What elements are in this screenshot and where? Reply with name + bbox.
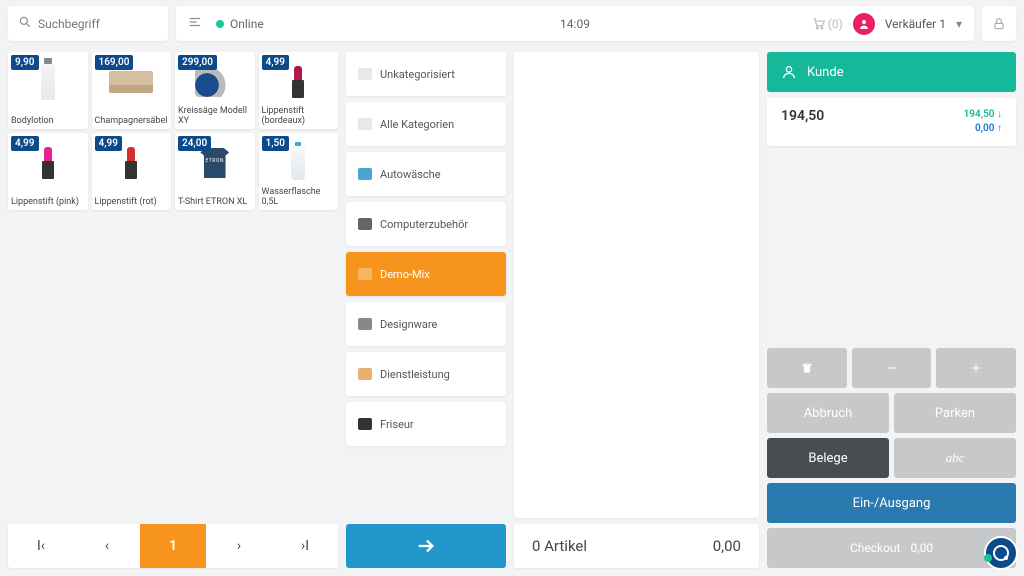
cart-total: 0,00 [713,537,741,555]
category-computerzubehoer[interactable]: Computerzubehör [346,202,506,246]
product-name: Kreissäge Modell XY [178,107,253,127]
category-icon [358,118,372,130]
price-badge: 4,99 [11,136,39,151]
pagination: I‹ ‹ 1 › ›I [8,524,338,568]
parken-button[interactable]: Parken [894,393,1016,433]
product-card[interactable]: 4,99 Lippenstift (rot) [92,133,172,210]
category-label: Unkategorisiert [380,68,455,81]
trash-icon [800,361,814,375]
product-card[interactable]: 4,99 Lippenstift (pink) [8,133,88,210]
customer-button[interactable]: Kunde [767,52,1016,92]
product-name: Lippenstift (rot) [95,198,170,208]
cart-count-label: 0 Artikel [532,537,587,555]
category-label: Demo-Mix [380,268,430,281]
product-card[interactable]: 299,00 Kreissäge Modell XY [175,52,255,129]
category-unkategorisiert[interactable]: Unkategorisiert [346,52,506,96]
category-alle[interactable]: Alle Kategorien [346,102,506,146]
category-autowaesche[interactable]: Autowäsche [346,152,506,196]
category-icon [358,418,372,430]
clock-time: 14:09 [560,17,590,31]
product-name: Champagnersäbel [95,117,170,127]
balance-total: 194,50 [781,108,824,136]
product-card[interactable]: 24,00 T-Shirt ETRON XL [175,133,255,210]
category-label: Alle Kategorien [380,118,454,131]
category-label: Friseur [380,418,414,431]
balance-credit: 194,50 ↓ [964,108,1002,122]
category-friseur[interactable]: Friseur [346,402,506,446]
balance-box: 194,50 194,50 ↓ 0,00 ↑ [767,98,1016,146]
checkout-amount: 0,00 [910,541,933,555]
product-card[interactable]: 1,50 Wasserflasche 0,5L [259,133,339,210]
category-icon [358,68,372,80]
minus-button[interactable] [852,348,932,388]
product-name: Lippenstift (bordeaux) [262,107,337,127]
price-badge: 299,00 [178,55,217,70]
plus-button[interactable] [936,348,1016,388]
page-current[interactable]: 1 [140,524,206,568]
category-label: Dienstleistung [380,368,450,381]
category-icon [358,368,372,380]
category-dienstleistung[interactable]: Dienstleistung [346,352,506,396]
category-demo-mix[interactable]: Demo-Mix [346,252,506,296]
belege-button[interactable]: Belege [767,438,889,478]
abbruch-button[interactable]: Abbruch [767,393,889,433]
category-icon [358,318,372,330]
cart-indicator[interactable]: (0) [812,17,843,31]
cart-count: (0) [828,17,843,31]
category-designware[interactable]: Designware [346,302,506,346]
online-status: Online [230,17,264,31]
product-name: Wasserflasche 0,5L [262,188,337,208]
price-badge: 9,90 [11,55,39,70]
category-icon [358,268,372,280]
ein-ausgang-button[interactable]: Ein-/Ausgang [767,483,1016,523]
online-dot-icon [216,20,224,28]
proceed-button[interactable] [346,524,506,568]
minus-icon [885,361,899,375]
category-icon [358,168,372,180]
product-name: T-Shirt ETRON XL [178,198,253,208]
chat-icon [993,545,1009,561]
cart-summary: 0 Artikel 0,00 [514,524,759,568]
search-icon [18,15,32,32]
product-name: Bodylotion [11,117,86,127]
price-badge: 4,99 [95,136,123,151]
price-badge: 169,00 [95,55,134,70]
chat-bubble-button[interactable] [984,536,1018,570]
lock-button[interactable] [982,6,1016,41]
menu-icon[interactable] [188,15,202,32]
status-bar: Online 14:09 (0) Verkäufer 1 ▾ [176,6,974,41]
category-label: Designware [380,318,437,331]
price-badge: 24,00 [178,136,211,151]
product-card[interactable]: 4,99 Lippenstift (bordeaux) [259,52,339,129]
category-icon [358,218,372,230]
price-badge: 1,50 [262,136,290,151]
page-first-button[interactable]: I‹ [8,524,74,568]
search-input[interactable] [38,17,194,31]
avatar[interactable] [853,13,875,35]
customer-label: Kunde [807,65,844,80]
checkout-label: Checkout [850,541,901,555]
person-icon [781,64,797,80]
price-badge: 4,99 [262,55,290,70]
arrow-right-icon [415,535,437,557]
balance-debit: 0,00 ↑ [964,122,1002,136]
product-name: Lippenstift (pink) [11,198,86,208]
delete-button[interactable] [767,348,847,388]
checkout-button[interactable]: Checkout 0,00 [767,528,1016,568]
cart-items-area [514,52,759,518]
page-next-button[interactable]: › [206,524,272,568]
chevron-down-icon[interactable]: ▾ [956,17,962,31]
product-card[interactable]: 169,00 Champagnersäbel [92,52,172,129]
category-label: Autowäsche [380,168,441,181]
search-box[interactable]: ✕ [8,6,168,41]
plus-icon [969,361,983,375]
page-last-button[interactable]: ›I [272,524,338,568]
user-name[interactable]: Verkäufer 1 [885,17,946,31]
page-prev-button[interactable]: ‹ [74,524,140,568]
category-label: Computerzubehör [380,218,468,231]
product-card[interactable]: 9,90 Bodylotion [8,52,88,129]
abc-button[interactable]: abc [894,438,1016,478]
